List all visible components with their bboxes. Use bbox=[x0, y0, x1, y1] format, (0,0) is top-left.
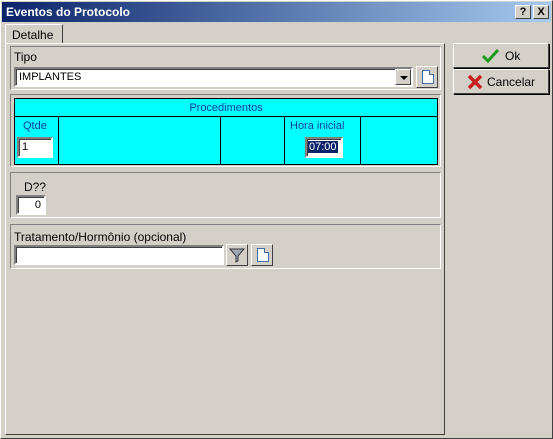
tratamento-filter-button[interactable] bbox=[226, 244, 248, 266]
document-icon bbox=[257, 248, 269, 262]
dias-label: D?? bbox=[24, 180, 47, 194]
qtde-label: Qtde bbox=[23, 120, 47, 132]
procedimentos-panel: Procedimentos Qtde 1 Hora inicial 07:00 bbox=[14, 98, 438, 165]
ok-button[interactable]: Ok bbox=[453, 43, 549, 68]
qtde-value: 1 bbox=[22, 141, 29, 153]
x-icon bbox=[467, 74, 483, 90]
tratamento-input[interactable] bbox=[14, 245, 224, 265]
tab-detalhe[interactable]: Detalhe bbox=[5, 24, 63, 44]
procedimentos-group: Procedimentos Qtde 1 Hora inicial 07:00 bbox=[10, 94, 441, 167]
checkmark-icon bbox=[481, 48, 500, 64]
dias-group: D?? 0 bbox=[10, 172, 441, 218]
ok-label: Ok bbox=[505, 49, 521, 63]
tab-detalhe-label: Detalhe bbox=[12, 28, 54, 42]
hora-inicial-label: Hora inicial bbox=[290, 120, 345, 132]
tipo-label: Tipo bbox=[14, 50, 37, 64]
hora-inicial-value: 07:00 bbox=[308, 141, 338, 153]
tratamento-group: Tratamento/Hormônio (opcional) bbox=[10, 224, 441, 269]
detalhe-page: Tipo IMPLANTES Procedimentos Qtde 1 Hora… bbox=[5, 43, 445, 435]
help-button[interactable]: ? bbox=[515, 5, 531, 19]
close-button[interactable]: X bbox=[533, 5, 549, 19]
procedimentos-col-divider-2 bbox=[220, 116, 221, 164]
tratamento-label: Tratamento/Hormônio (opcional) bbox=[14, 230, 187, 244]
procedimentos-header: Procedimentos bbox=[189, 102, 263, 114]
hora-inicial-input[interactable]: 07:00 bbox=[305, 137, 343, 158]
dias-value: 0 bbox=[34, 199, 41, 211]
tratamento-document-button[interactable] bbox=[251, 244, 273, 266]
procedimentos-col-divider-3 bbox=[284, 116, 285, 164]
procedimentos-col-divider-1 bbox=[58, 116, 59, 164]
eventos-protocolo-dialog: Eventos do Protocolo ? X Detalhe Tipo IM… bbox=[0, 0, 553, 439]
chevron-down-icon bbox=[400, 76, 408, 80]
filter-icon bbox=[228, 248, 246, 263]
cancel-label: Cancelar bbox=[487, 75, 536, 89]
help-icon: ? bbox=[519, 6, 527, 18]
tipo-group: Tipo IMPLANTES bbox=[10, 46, 441, 90]
procedimentos-col-divider-4 bbox=[360, 116, 361, 164]
tipo-dropdown-button[interactable] bbox=[395, 69, 411, 85]
tipo-combobox[interactable]: IMPLANTES bbox=[14, 67, 413, 87]
qtde-input[interactable]: 1 bbox=[17, 137, 53, 158]
document-icon bbox=[422, 70, 434, 84]
cancel-button[interactable]: Cancelar bbox=[453, 69, 549, 94]
close-icon: X bbox=[537, 6, 545, 18]
title-bar: Eventos do Protocolo ? X bbox=[2, 2, 551, 22]
tipo-value: IMPLANTES bbox=[19, 71, 82, 83]
dias-input[interactable]: 0 bbox=[16, 195, 46, 215]
window-title: Eventos do Protocolo bbox=[6, 5, 131, 19]
tipo-document-button[interactable] bbox=[416, 66, 438, 88]
procedimentos-divider bbox=[15, 116, 437, 117]
